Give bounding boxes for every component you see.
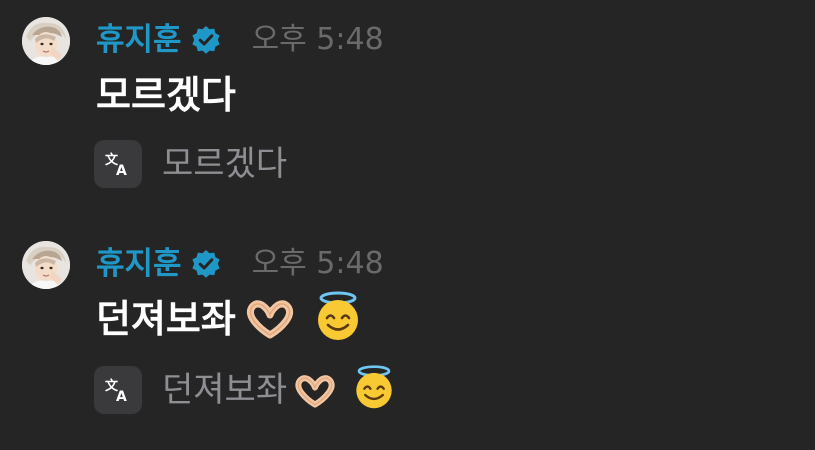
verified-badge-icon xyxy=(190,248,222,280)
avatar[interactable] xyxy=(22,241,70,289)
message-timestamp: 오후 5:48 xyxy=(251,246,384,281)
translate-icon: 文 A xyxy=(105,152,127,179)
message-timestamp: 오후 5:48 xyxy=(251,22,384,57)
avatar[interactable] xyxy=(22,17,70,65)
heart-hands-emoji-icon xyxy=(291,373,339,408)
smiling-face-with-halo-emoji-icon xyxy=(351,364,397,410)
message-text-content: 던져보좌 xyxy=(96,297,236,341)
translation-row: 文 A 던져보좌 xyxy=(94,364,397,414)
svg-text:A: A xyxy=(116,163,127,179)
avatar-image xyxy=(22,241,70,289)
translated-text-content: 던져보좌 xyxy=(162,370,288,410)
author-name[interactable]: 휴지훈 xyxy=(96,244,182,284)
author-name[interactable]: 휴지훈 xyxy=(96,20,182,60)
smiling-face-with-halo-emoji-icon xyxy=(312,290,364,342)
translated-text: 모르겠다 xyxy=(162,144,288,184)
translate-button[interactable]: 文 A xyxy=(94,366,142,414)
translated-text: 던져보좌 xyxy=(162,364,397,414)
message-header: 휴지훈 오후 5:48 xyxy=(96,244,384,284)
translation-row: 文 A 모르겠다 xyxy=(94,140,287,188)
heart-hands-emoji-icon xyxy=(242,299,298,339)
message-text-content: 모르겠다 xyxy=(96,73,236,117)
translate-button[interactable]: 文 A xyxy=(94,140,142,188)
message-text: 모르겠다 xyxy=(96,70,236,120)
translate-icon: 文 A xyxy=(105,378,127,405)
avatar-image xyxy=(22,17,70,65)
message-header: 휴지훈 오후 5:48 xyxy=(96,20,384,60)
verified-badge-icon xyxy=(190,24,222,56)
svg-text:A: A xyxy=(116,389,127,405)
message-text: 던져보좌 xyxy=(96,291,364,344)
